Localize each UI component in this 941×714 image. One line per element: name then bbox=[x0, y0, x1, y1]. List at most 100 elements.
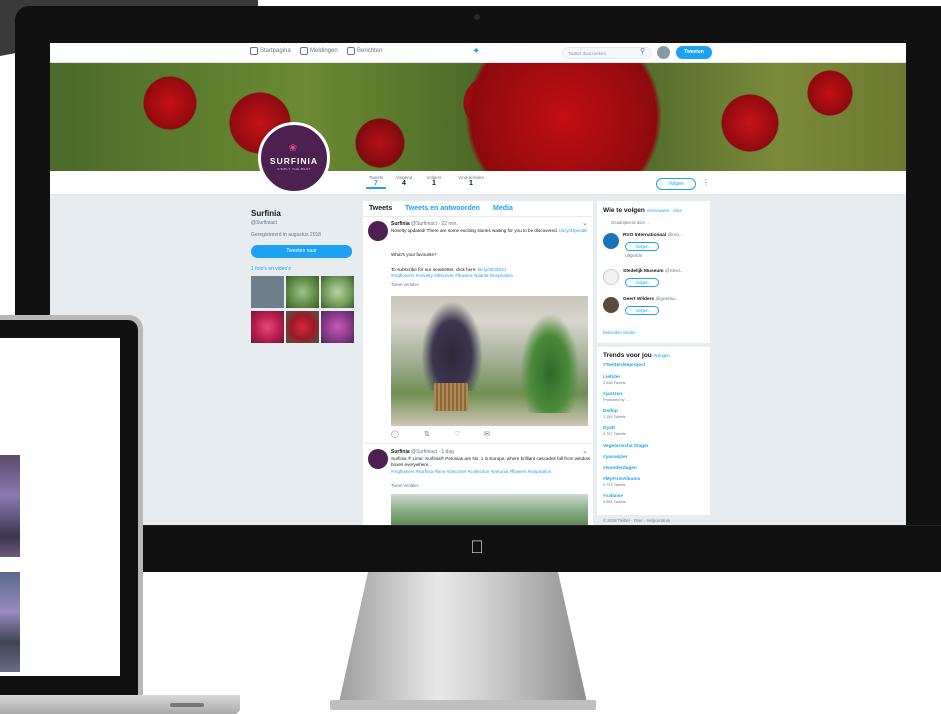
tweet-author-handle: @Surfiniact · 1 dag bbox=[411, 449, 454, 455]
suggestion-name[interactable]: RVO Internationaal @rvo... bbox=[623, 233, 683, 238]
media-thumb[interactable] bbox=[286, 276, 319, 308]
tweet-text: Novelty updated! There are some exciting… bbox=[391, 228, 591, 234]
media-thumb[interactable] bbox=[321, 311, 354, 343]
plant-image bbox=[421, 301, 483, 391]
translate-link[interactable]: Tweet vertalen bbox=[391, 282, 419, 287]
trend-item[interactable]: #jantzen bbox=[603, 392, 622, 397]
tweet-to-button[interactable]: Tweeten naar bbox=[251, 245, 352, 258]
nav-notifications-label: Meldingen bbox=[310, 48, 338, 54]
tweet-author-handle: @Surfiniact · 22 min. bbox=[411, 221, 458, 227]
follow-suggestion-button[interactable]: Volgen bbox=[625, 306, 659, 315]
trend-item[interactable]: #Twitterdeeproject bbox=[603, 363, 645, 368]
nav-messages[interactable]: Berichten bbox=[347, 47, 382, 55]
chevron-down-icon[interactable]: ⌄ bbox=[582, 219, 588, 227]
tweet-link[interactable]: bit.ly/2Ejeo3E bbox=[559, 228, 587, 233]
follow-suggestion-button[interactable]: Volgen bbox=[625, 242, 659, 251]
who-to-follow-links[interactable]: Vernieuwen · Alles bbox=[647, 208, 682, 213]
suggestion-name[interactable]: Stedelijk Museum @Sted... bbox=[623, 269, 684, 274]
search-icon[interactable]: ⚲ bbox=[640, 48, 648, 56]
trend-count: 1.155 Tweets bbox=[603, 415, 626, 419]
trends-title: Trends voor jou Wijzigen bbox=[603, 352, 670, 359]
retweet-icon[interactable]: ⇅ bbox=[424, 430, 430, 438]
apple-logo-icon:  bbox=[468, 537, 486, 557]
tweet-author-name: Surfinia bbox=[391, 449, 410, 455]
stat-following[interactable]: Volgend 4 bbox=[393, 175, 415, 187]
laptop-flower-image bbox=[0, 572, 20, 672]
more-options-icon[interactable]: ⋮ bbox=[702, 177, 710, 189]
stat-tweets[interactable]: Tweets 7 bbox=[366, 175, 386, 189]
media-thumb[interactable] bbox=[251, 276, 284, 308]
envelope-icon bbox=[347, 47, 355, 55]
chevron-down-icon[interactable]: ⌄ bbox=[582, 447, 588, 455]
trend-item[interactable]: Liefster bbox=[603, 375, 620, 380]
translate-link[interactable]: Tweet vertalen bbox=[391, 483, 419, 488]
tweet-author-name: Surfinia bbox=[391, 221, 410, 227]
trends-panel bbox=[597, 347, 710, 515]
tab-media[interactable]: Media bbox=[493, 205, 513, 212]
follow-suggestion-button[interactable]: Volgen bbox=[625, 278, 659, 287]
find-people-link[interactable]: Bekenden vinden bbox=[603, 330, 635, 335]
camera-icon bbox=[474, 14, 480, 20]
nav-notifications[interactable]: Meldingen bbox=[300, 47, 338, 55]
tweet-avatar[interactable] bbox=[368, 221, 388, 241]
pot-image bbox=[434, 383, 468, 411]
tweet-hashtags[interactable]: #mgflowers #novelty #discover #flowers #… bbox=[391, 273, 591, 279]
tab-tweets[interactable]: Tweets bbox=[369, 205, 392, 212]
trends-change-link[interactable]: Wijzigen bbox=[654, 353, 670, 358]
trend-item[interactable]: Dyatt bbox=[603, 426, 615, 431]
trend-count: Promoted by ... bbox=[603, 398, 629, 402]
trend-item[interactable]: #MyFirstAlbums bbox=[603, 477, 640, 482]
suggestion-avatar[interactable] bbox=[603, 297, 619, 313]
follow-button[interactable]: Volgen bbox=[656, 178, 696, 190]
plant-image bbox=[520, 313, 580, 413]
nav-avatar[interactable] bbox=[657, 46, 670, 59]
suggestion-avatar[interactable] bbox=[603, 233, 619, 249]
media-thumb[interactable] bbox=[251, 311, 284, 343]
media-thumb[interactable] bbox=[286, 311, 319, 343]
screen: Startpagina Meldingen Berichten ✦ Twitte… bbox=[50, 43, 906, 525]
tweet-avatar[interactable] bbox=[368, 449, 388, 469]
suggestion-handle: @geertw... bbox=[655, 297, 679, 302]
tweet-button[interactable]: Tweeten bbox=[676, 46, 712, 59]
media-thumb[interactable] bbox=[321, 276, 354, 308]
trend-item[interactable]: #wonderdagen bbox=[603, 466, 637, 471]
footer-links[interactable]: © 2018 Twitter · Over · Helpcentrum bbox=[603, 518, 670, 523]
search-input[interactable]: Twitter doorzoeken bbox=[562, 47, 652, 59]
twitter-bird-icon[interactable]: ✦ bbox=[472, 47, 484, 57]
suggestion-avatar[interactable] bbox=[603, 269, 619, 285]
stat-likes[interactable]: Vind-ik-leuks 1 bbox=[453, 175, 489, 187]
tab-tweets-replies[interactable]: Tweets en antwoorden bbox=[405, 205, 480, 212]
avatar-logo-text: SURFINIA bbox=[269, 156, 319, 166]
message-icon[interactable]: ✉ bbox=[484, 430, 490, 438]
nav-home[interactable]: Startpagina bbox=[250, 47, 291, 55]
profile-handle[interactable]: @Surfiniact bbox=[251, 220, 277, 226]
tweet-author[interactable]: Surfinia @Surfiniact · 22 min. bbox=[391, 221, 458, 227]
trend-item[interactable]: Vegetarische Slager bbox=[603, 444, 649, 449]
suggestion-handle: @Sted... bbox=[664, 269, 684, 274]
flower-logo-icon: ❀ bbox=[288, 143, 298, 154]
suggestion-name-text: Stedelijk Museum bbox=[623, 269, 664, 274]
tweet-author[interactable]: Surfinia @Surfiniact · 1 dag bbox=[391, 449, 454, 455]
trend-item[interactable]: Dollop bbox=[603, 409, 618, 414]
tweet-image[interactable] bbox=[391, 494, 588, 525]
tweet-text-line: Novelty updated! There are some exciting… bbox=[391, 228, 558, 233]
tweet-link[interactable]: bit.ly/2E3D0iJ bbox=[478, 267, 506, 272]
timeline-tabs: Tweets Tweets en antwoorden Media bbox=[363, 201, 593, 217]
tweet-hashtags[interactable]: #mgflowers #surfinia #lime #discover #co… bbox=[391, 469, 591, 475]
laptop-notch bbox=[170, 703, 204, 707]
trend-count: 4.981 Tweets bbox=[603, 500, 626, 504]
photos-videos-link[interactable]: 1 foto's en video's bbox=[251, 266, 291, 272]
suggestion-name[interactable]: Geert Wilders @geertw... bbox=[623, 297, 679, 302]
stat-followers[interactable]: Volgers 1 bbox=[423, 175, 445, 187]
nav-messages-label: Berichten bbox=[357, 48, 383, 54]
avatar-logo-subtext: SIMPLY THE BEST bbox=[277, 167, 311, 171]
trend-item[interactable]: #jaarwijzer bbox=[603, 455, 628, 460]
stat-followers-value: 1 bbox=[432, 180, 436, 187]
suggestion-sub: Uitgelicht bbox=[625, 253, 643, 258]
who-to-follow-heading: Wie te volgen bbox=[603, 207, 645, 214]
reply-icon[interactable]: ◯ bbox=[391, 430, 399, 438]
like-icon[interactable]: ♡ bbox=[454, 430, 460, 438]
stat-likes-value: 1 bbox=[469, 180, 473, 187]
suggestion-note: Geadopteerd door ... bbox=[611, 220, 650, 225]
trend-item[interactable]: #vallaise bbox=[603, 494, 623, 499]
